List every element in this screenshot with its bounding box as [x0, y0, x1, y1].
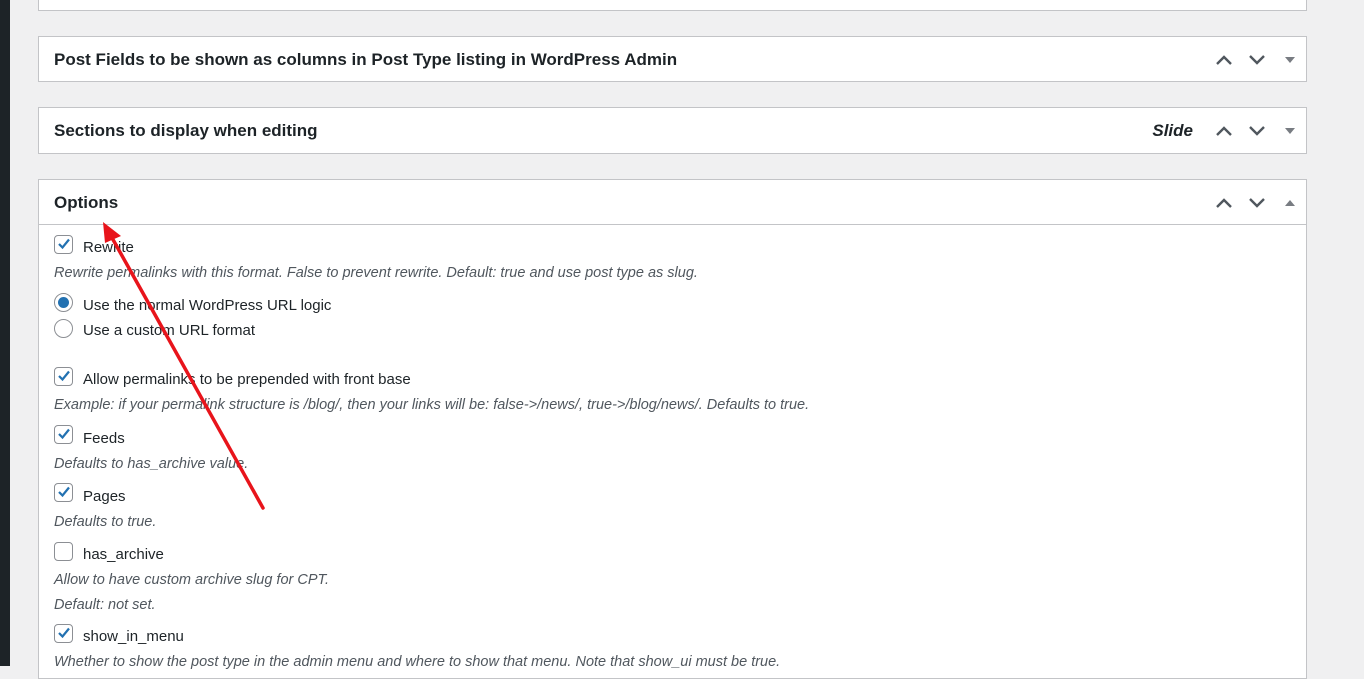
toggle-panel-button[interactable] — [1273, 180, 1306, 225]
url-logic-normal-label[interactable]: Use the normal WordPress URL logic — [83, 297, 331, 314]
triangle-down-icon — [1284, 56, 1295, 63]
url-logic-custom-radio[interactable] — [54, 319, 73, 338]
triangle-up-icon — [1284, 199, 1295, 206]
pages-label[interactable]: Pages — [83, 488, 126, 505]
move-up-button[interactable] — [1207, 180, 1240, 225]
show-in-menu-description: Whether to show the post type in the adm… — [54, 654, 781, 670]
with-front-label[interactable]: Allow permalinks to be prepended with fr… — [83, 371, 411, 388]
move-down-button[interactable] — [1240, 37, 1273, 82]
postbox-post-fields-columns: Post Fields to be shown as columns in Po… — [38, 36, 1307, 82]
rewrite-label[interactable]: Rewrite — [83, 239, 134, 256]
postbox-title: Post Fields to be shown as columns in Po… — [54, 50, 678, 69]
chevron-down-icon — [1248, 197, 1265, 208]
chevron-down-icon — [1248, 125, 1265, 136]
show-in-menu-label[interactable]: show_in_menu — [83, 628, 184, 645]
toggle-panel-button[interactable] — [1273, 108, 1306, 153]
postbox-header[interactable]: Options — [39, 180, 1306, 225]
checkmark-icon — [58, 238, 70, 250]
previous-postbox — [38, 0, 1307, 11]
triangle-down-icon — [1284, 127, 1295, 134]
rewrite-checkbox[interactable] — [54, 235, 73, 254]
postbox-header[interactable]: Sections to display when editing Slide — [39, 108, 1306, 153]
with-front-description: Example: if your permalink structure is … — [54, 397, 810, 413]
postbox-options: Options Rewrite Rewrite permalinks with … — [38, 179, 1307, 679]
pages-checkbox[interactable] — [54, 483, 73, 502]
checkmark-icon — [58, 486, 70, 498]
rewrite-description: Rewrite permalinks with this format. Fal… — [54, 265, 698, 281]
admin-menu-edge — [0, 0, 10, 666]
feeds-label[interactable]: Feeds — [83, 430, 125, 447]
feeds-checkbox[interactable] — [54, 425, 73, 444]
has-archive-description: Allow to have custom archive slug for CP… — [54, 572, 330, 588]
chevron-down-icon — [1248, 54, 1265, 65]
pages-description: Defaults to true. — [54, 514, 157, 530]
postbox-controls: Slide — [1152, 108, 1306, 153]
radio-selected-dot — [58, 297, 69, 308]
feeds-description: Defaults to has_archive value. — [54, 456, 249, 472]
has-archive-label[interactable]: has_archive — [83, 546, 164, 563]
show-in-menu-checkbox[interactable] — [54, 624, 73, 643]
move-down-button[interactable] — [1240, 108, 1273, 153]
move-down-button[interactable] — [1240, 180, 1273, 225]
postbox-sections-editing: Sections to display when editing Slide — [38, 107, 1307, 154]
url-logic-custom-label[interactable]: Use a custom URL format — [83, 322, 255, 339]
has-archive-checkbox[interactable] — [54, 542, 73, 561]
postbox-title: Options — [54, 193, 119, 212]
chevron-up-icon — [1215, 125, 1232, 136]
postbox-title: Sections to display when editing — [54, 121, 318, 140]
chevron-up-icon — [1215, 197, 1232, 208]
checkmark-icon — [58, 428, 70, 440]
move-up-button[interactable] — [1207, 108, 1240, 153]
move-up-button[interactable] — [1207, 37, 1240, 82]
with-front-checkbox[interactable] — [54, 367, 73, 386]
toggle-panel-button[interactable] — [1273, 37, 1306, 82]
postbox-badge: Slide — [1152, 120, 1193, 140]
postbox-header[interactable]: Post Fields to be shown as columns in Po… — [39, 37, 1306, 82]
url-logic-normal-radio[interactable] — [54, 293, 73, 312]
has-archive-default: Default: not set. — [54, 597, 156, 613]
checkmark-icon — [58, 627, 70, 639]
checkmark-icon — [58, 370, 70, 382]
chevron-up-icon — [1215, 54, 1232, 65]
postbox-controls — [1207, 37, 1306, 82]
postbox-controls — [1207, 180, 1306, 225]
